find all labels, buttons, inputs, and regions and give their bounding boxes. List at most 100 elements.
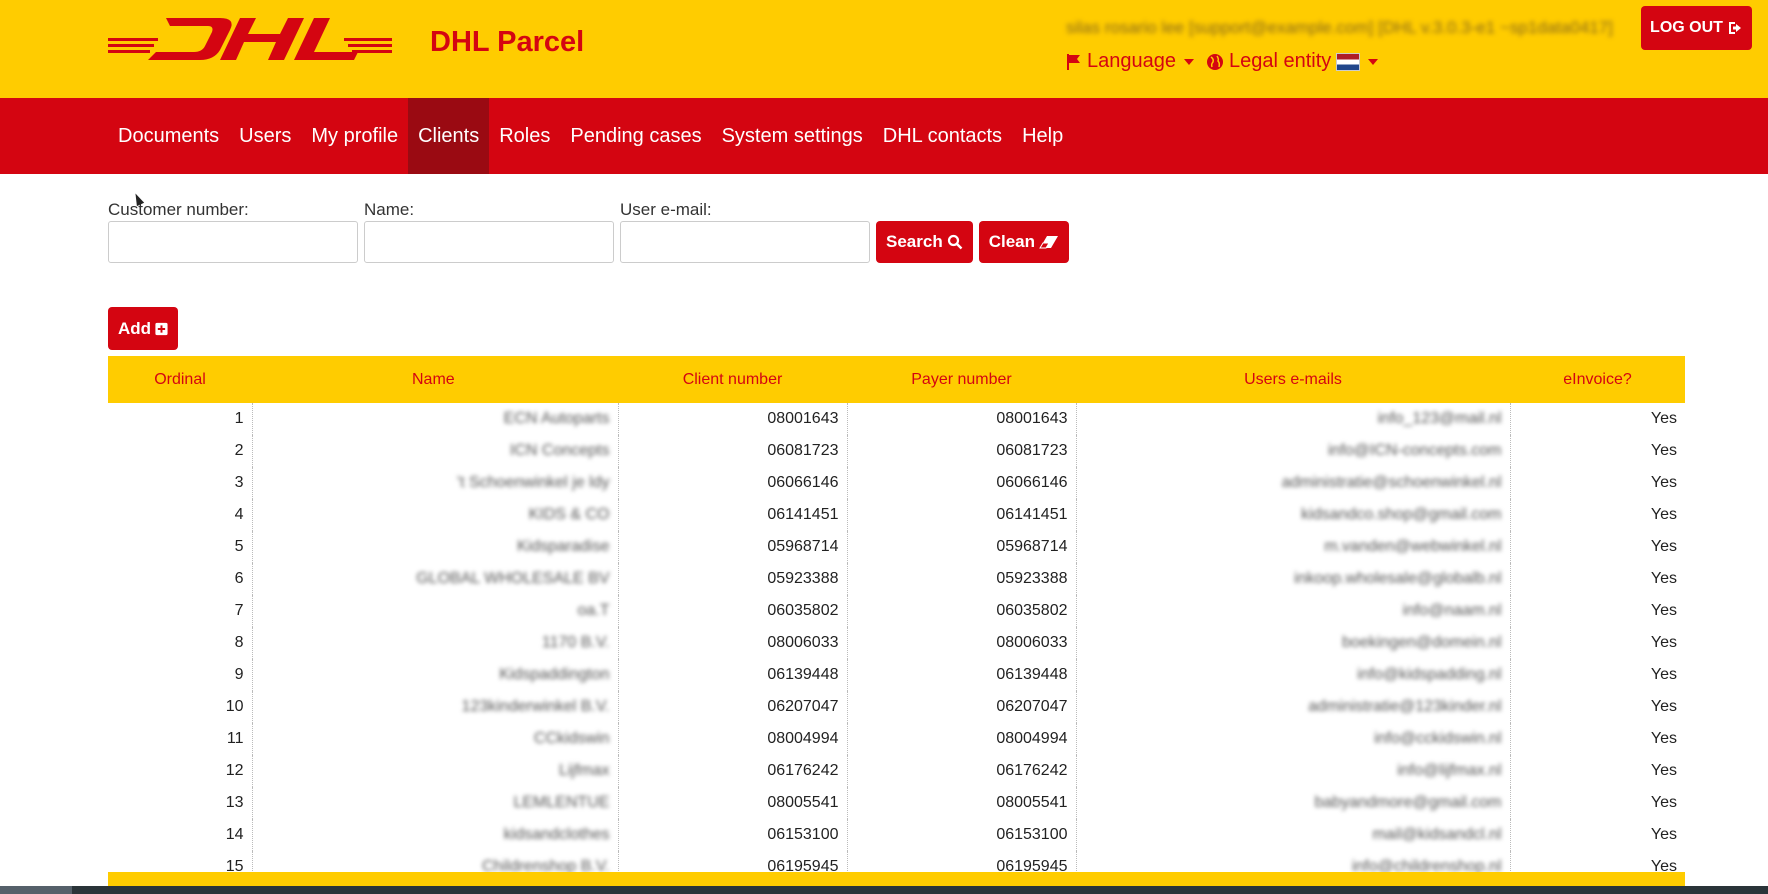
- table-row[interactable]: 7 oa.T 06035802 06035802 info@naam.nl Yes: [108, 595, 1685, 627]
- cell-payer-number: 06207047: [846, 691, 1076, 723]
- legal-entity-dropdown[interactable]: Legal entity: [1206, 50, 1379, 73]
- user-email-group: User e-mail:: [620, 200, 870, 263]
- logout-label: LOG OUT: [1650, 19, 1723, 36]
- cell-name: GLOBAL WHOLESALE BV: [251, 563, 618, 595]
- cell-einvoice: Yes: [1509, 435, 1685, 467]
- dhl-logo[interactable]: [108, 16, 392, 62]
- cell-einvoice: Yes: [1509, 403, 1685, 435]
- cell-einvoice: Yes: [1509, 691, 1685, 723]
- cell-client-number: 06081723: [617, 435, 847, 467]
- cell-client-number-text: 06081723: [767, 442, 839, 459]
- table-row[interactable]: 4 KIDS & CO 06141451 06141451 kidsandco.shop…: [108, 499, 1685, 531]
- table-row[interactable]: 10 123kinderwinkel B.V. 06207047 06207047 ad…: [108, 691, 1685, 723]
- cell-ordinal: 12: [108, 755, 252, 787]
- nav-item-users[interactable]: Users: [229, 98, 301, 174]
- cell-users-emails-text: administratie@schoenwinkel.nl: [1281, 474, 1502, 491]
- cell-einvoice-text: Yes: [1650, 506, 1677, 523]
- cell-einvoice-text: Yes: [1650, 474, 1677, 491]
- plus-square-icon: [155, 322, 168, 335]
- cell-payer-number-text: 06153100: [996, 826, 1068, 843]
- nav-item-my-profile[interactable]: My profile: [301, 98, 408, 174]
- nav-item-roles[interactable]: Roles: [489, 98, 560, 174]
- cell-payer-number: 08004994: [846, 723, 1076, 755]
- cell-ordinal: 5: [108, 531, 252, 563]
- table-row[interactable]: 9 Kidspaddington 06139448 06139448 info@kids…: [108, 659, 1685, 691]
- cell-users-emails-text: info@kidspadding.nl: [1357, 666, 1502, 683]
- nav-item-dhl-contacts[interactable]: DHL contacts: [873, 98, 1012, 174]
- col-header-ordinal[interactable]: Ordinal: [108, 356, 252, 403]
- table-row[interactable]: 8 1170 B.V. 08006033 08006033 boekingen@dome…: [108, 627, 1685, 659]
- cell-client-number-text: 06141451: [767, 506, 839, 523]
- cell-name-text: KIDS & CO: [528, 506, 610, 523]
- cell-users-emails: kidsandco.shop@gmail.com: [1075, 499, 1510, 531]
- cell-name-text: 1170 B.V.: [541, 634, 610, 651]
- cell-einvoice: Yes: [1509, 723, 1685, 755]
- cell-name-text: 123kinderwinkel B.V.: [461, 698, 610, 715]
- search-icon: [947, 234, 963, 250]
- globe-icon: [1206, 53, 1223, 70]
- col-header-payer-number[interactable]: Payer number: [847, 356, 1076, 403]
- cell-name: ICN Concepts: [251, 435, 618, 467]
- table-row[interactable]: 13 LEMLENTUE 08005541 08005541 babyandmore@g…: [108, 787, 1685, 819]
- table-row[interactable]: 12 Lijfmax 06176242 06176242 info@lijfmax.nl…: [108, 755, 1685, 787]
- taskbar-segment: [0, 886, 72, 894]
- search-button-label: Search: [886, 232, 943, 251]
- nav-item-help[interactable]: Help: [1012, 98, 1073, 174]
- name-group: Name:: [364, 200, 614, 263]
- col-header-client-number[interactable]: Client number: [618, 356, 847, 403]
- cell-ordinal: 11: [108, 723, 252, 755]
- cell-users-emails: babyandmore@gmail.com: [1075, 787, 1510, 819]
- cell-payer-number: 06141451: [846, 499, 1076, 531]
- cell-ordinal: 7: [108, 595, 252, 627]
- cell-payer-number-text: 06035802: [996, 602, 1068, 619]
- cell-users-emails-text: kidsandco.shop@gmail.com: [1301, 506, 1502, 523]
- user-email-input[interactable]: [620, 221, 870, 263]
- table-row[interactable]: 6 GLOBAL WHOLESALE BV 05923388 05923388 inko…: [108, 563, 1685, 595]
- cell-users-emails-text: m.vanden@webwinkel.nl: [1324, 538, 1502, 555]
- cell-ordinal-text: 6: [234, 570, 244, 587]
- cell-name: 123kinderwinkel B.V.: [251, 691, 618, 723]
- table-header-row: Ordinal Name Client number Payer number …: [108, 356, 1685, 403]
- clean-button[interactable]: Clean: [978, 221, 1069, 263]
- cell-einvoice: Yes: [1509, 627, 1685, 659]
- table-row[interactable]: 3 't Schoenwinkel je ldy 06066146 06066146 a…: [108, 467, 1685, 499]
- cell-payer-number-text: 08004994: [996, 730, 1068, 747]
- name-input[interactable]: [364, 221, 614, 263]
- table-row[interactable]: 1 ECN Autoparts 08001643 08001643 info_123@m…: [108, 403, 1685, 435]
- cell-einvoice: Yes: [1509, 531, 1685, 563]
- cell-name-text: Lijfmax: [558, 762, 610, 779]
- customer-number-input[interactable]: [108, 221, 358, 263]
- cell-ordinal: 9: [108, 659, 252, 691]
- nav-item-pending-cases[interactable]: Pending cases: [560, 98, 711, 174]
- col-header-einvoice[interactable]: eInvoice?: [1510, 356, 1685, 403]
- cell-users-emails-text: info@cckidswin.nl: [1374, 730, 1502, 747]
- language-dropdown[interactable]: Language: [1066, 50, 1194, 73]
- cell-name: Kidspaddington: [251, 659, 618, 691]
- cell-einvoice-text: Yes: [1650, 794, 1677, 811]
- cell-client-number-text: 06176242: [767, 762, 839, 779]
- cell-name-text: GLOBAL WHOLESALE BV: [416, 570, 610, 587]
- logout-button[interactable]: LOG OUT: [1641, 6, 1752, 50]
- col-header-name[interactable]: Name: [252, 356, 618, 403]
- flag-icon: [1067, 53, 1080, 70]
- cell-ordinal-text: 1: [234, 410, 244, 427]
- sign-out-icon: [1728, 22, 1741, 34]
- search-button[interactable]: Search: [876, 221, 973, 263]
- col-header-users-emails[interactable]: Users e-mails: [1076, 356, 1510, 403]
- nav-item-documents[interactable]: Documents: [108, 98, 229, 174]
- cell-client-number: 06141451: [617, 499, 847, 531]
- add-client-button[interactable]: Add: [108, 307, 178, 350]
- clients-table: Ordinal Name Client number Payer number …: [108, 356, 1685, 883]
- table-row[interactable]: 11 CCkidswin 08004994 08004994 info@cckidswi…: [108, 723, 1685, 755]
- nav-item-system-settings[interactable]: System settings: [712, 98, 873, 174]
- table-row[interactable]: 5 Kidsparadise 05968714 05968714 m.vanden@we…: [108, 531, 1685, 563]
- table-row[interactable]: 14 kidsandclothes 06153100 06153100 mail@kid…: [108, 819, 1685, 851]
- cell-users-emails-text: mail@kidsandcl.nl: [1372, 826, 1502, 843]
- add-button-label: Add: [118, 318, 152, 338]
- nav-item-clients[interactable]: Clients: [408, 98, 490, 174]
- table-row[interactable]: 2 ICN Concepts 06081723 06081723 info@ICN-co…: [108, 435, 1685, 467]
- cell-client-number-text: 06035802: [767, 602, 839, 619]
- cell-name-text: Kidsparadise: [517, 538, 610, 555]
- cell-payer-number: 06153100: [846, 819, 1076, 851]
- cell-einvoice-text: Yes: [1650, 698, 1677, 715]
